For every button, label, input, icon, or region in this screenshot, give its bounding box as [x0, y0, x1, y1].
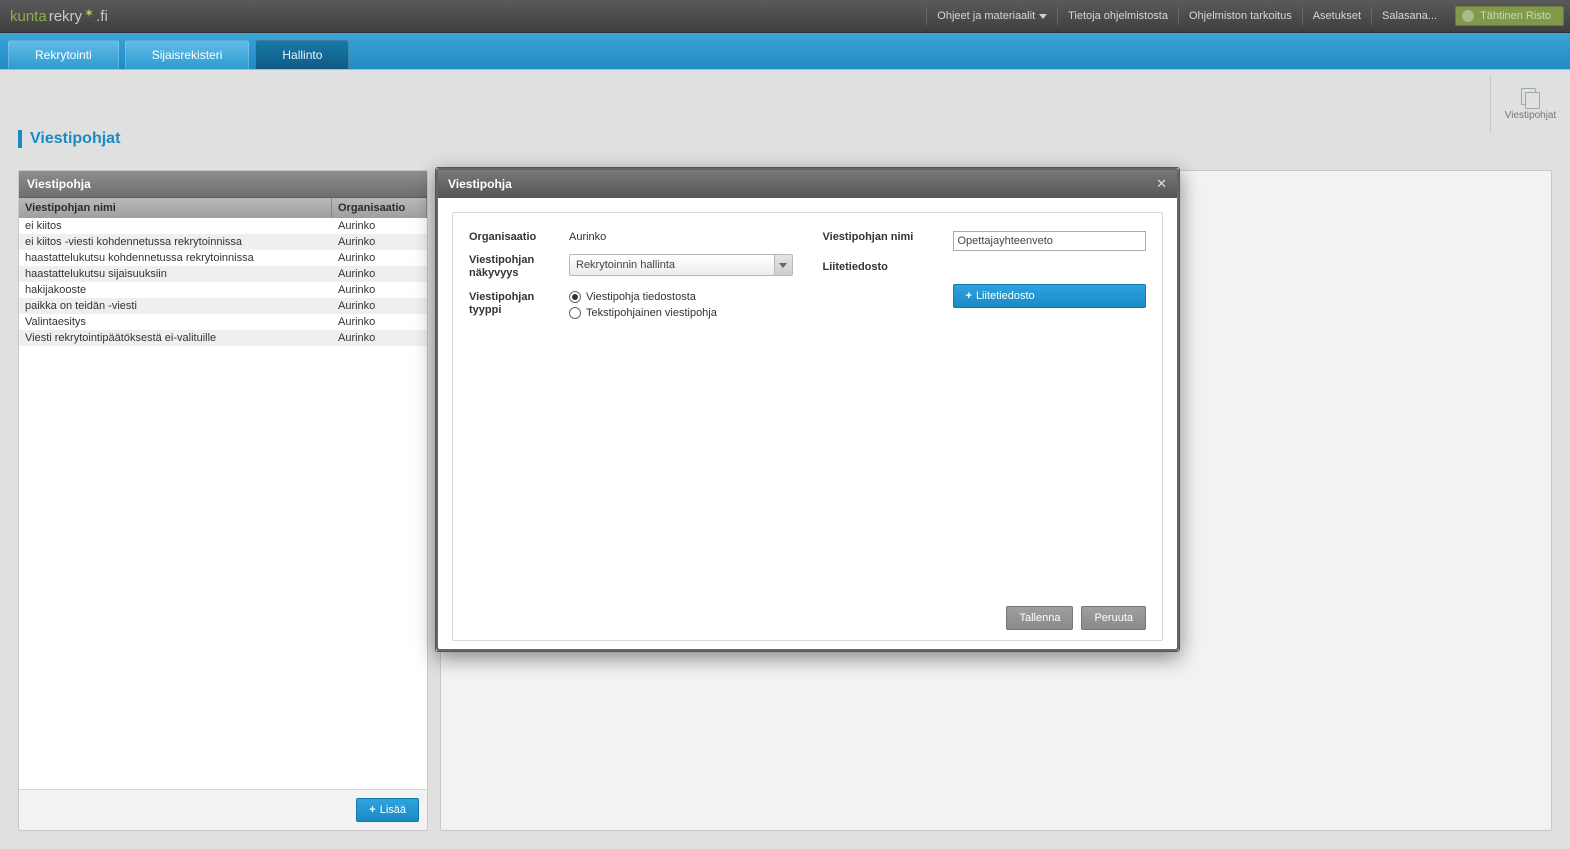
- modal-inner: Organisaatio Aurinko Viestipohjan näkyvy…: [452, 212, 1163, 641]
- panel-footer: + Lisää: [19, 789, 427, 830]
- chevron-down-icon: [774, 255, 792, 275]
- settings-link[interactable]: Asetukset: [1302, 7, 1371, 25]
- cell-org: Aurinko: [332, 298, 427, 314]
- radio-tiedostosta[interactable]: Viestipohja tiedostosta: [569, 291, 793, 303]
- cell-name: Valintaesitys: [19, 314, 332, 330]
- logo: kuntarekry✶.fi: [10, 8, 108, 25]
- col-header-name[interactable]: Viestipohjan nimi: [19, 198, 332, 218]
- input-nimi[interactable]: [953, 231, 1147, 251]
- table-row[interactable]: ValintaesitysAurinko: [19, 314, 427, 330]
- logo-star-icon: ✶: [84, 6, 94, 20]
- side-tool-viestipohjat[interactable]: Viestipohjat: [1490, 76, 1570, 132]
- value-organisaatio: Aurinko: [569, 231, 793, 243]
- table-row[interactable]: Viesti rekrytointipäätöksestä ei-valitui…: [19, 330, 427, 346]
- modal-title: Viestipohja: [448, 177, 512, 191]
- label-organisaatio: Organisaatio: [469, 231, 569, 244]
- plus-icon: +: [369, 804, 375, 816]
- logo-text-3: .fi: [96, 8, 108, 25]
- label-nimi: Viestipohjan nimi: [823, 231, 953, 244]
- help-link-label: Ohjeet ja materiaalit: [937, 7, 1035, 25]
- tab-hallinto[interactable]: Hallinto: [255, 40, 349, 69]
- cell-org: Aurinko: [332, 218, 427, 234]
- table-row[interactable]: paikka on teidän -viestiAurinko: [19, 298, 427, 314]
- select-nakyvyys-value: Rekrytoinnin hallinta: [576, 259, 675, 271]
- attach-button-label: Liitetiedosto: [976, 290, 1035, 302]
- modal-body: Organisaatio Aurinko Viestipohjan näkyvy…: [438, 198, 1177, 649]
- table-row[interactable]: haastattelukutsu kohdennetussa rekrytoin…: [19, 250, 427, 266]
- user-name: Tähtinen Risto: [1480, 10, 1551, 22]
- table-row[interactable]: haastattelukutsu sijaisuuksiinAurinko: [19, 266, 427, 282]
- grid-body: ei kiitosAurinkoei kiitos -viesti kohden…: [19, 218, 427, 346]
- page-title: Viestipohjat: [30, 130, 120, 148]
- cell-name: Viesti rekrytointipäätöksestä ei-valitui…: [19, 330, 332, 346]
- cell-org: Aurinko: [332, 250, 427, 266]
- nav-bar: Rekrytointi Sijaisrekisteri Hallinto: [0, 33, 1570, 69]
- user-menu[interactable]: Tähtinen Risto: [1455, 6, 1564, 26]
- templates-icon: [1521, 88, 1541, 108]
- about-link[interactable]: Tietoja ohjelmistosta: [1057, 7, 1178, 25]
- cell-org: Aurinko: [332, 282, 427, 298]
- cell-name: ei kiitos: [19, 218, 332, 234]
- radio-label-tiedostosta: Viestipohja tiedostosta: [586, 291, 696, 303]
- tab-rekrytointi[interactable]: Rekrytointi: [8, 40, 119, 69]
- cell-org: Aurinko: [332, 314, 427, 330]
- col-header-org[interactable]: Organisaatio: [332, 198, 427, 218]
- attach-button[interactable]: + Liitetiedosto: [953, 284, 1147, 308]
- form-col-right: Viestipohjan nimi Liitetiedosto: [823, 231, 1147, 329]
- table-row[interactable]: ei kiitos -viesti kohdennetussa rekrytoi…: [19, 234, 427, 250]
- label-liitetiedosto: Liitetiedosto: [823, 261, 953, 274]
- cell-name: ei kiitos -viesti kohdennetussa rekrytoi…: [19, 234, 332, 250]
- radio-group-tyyppi: Viestipohja tiedostosta Tekstipohjainen …: [569, 291, 793, 319]
- tab-sijaisrekisteri[interactable]: Sijaisrekisteri: [125, 40, 250, 69]
- panel-viestipohja: Viestipohja Viestipohjan nimi Organisaat…: [18, 170, 428, 831]
- password-link[interactable]: Salasana...: [1371, 7, 1447, 25]
- add-button[interactable]: + Lisää: [356, 798, 419, 822]
- modal-header: Viestipohja ✕: [438, 170, 1177, 198]
- table-row[interactable]: ei kiitosAurinko: [19, 218, 427, 234]
- top-links: Ohjeet ja materiaalit Tietoja ohjelmisto…: [926, 7, 1447, 25]
- table-row[interactable]: hakijakoosteAurinko: [19, 282, 427, 298]
- plus-icon: +: [966, 290, 972, 302]
- close-icon[interactable]: ✕: [1156, 176, 1167, 192]
- cancel-button[interactable]: Peruuta: [1081, 606, 1146, 630]
- cell-org: Aurinko: [332, 266, 427, 282]
- help-link[interactable]: Ohjeet ja materiaalit: [926, 7, 1057, 25]
- modal-viestipohja: Viestipohja ✕ Organisaatio Aurinko Vie: [435, 167, 1180, 652]
- logo-text-1: kunta: [10, 8, 47, 25]
- radio-label-tekstipohjainen: Tekstipohjainen viestipohja: [586, 307, 717, 319]
- panel-title: Viestipohja: [19, 171, 427, 198]
- chevron-down-icon: [1039, 14, 1047, 19]
- cell-name: paikka on teidän -viesti: [19, 298, 332, 314]
- save-button[interactable]: Tallenna: [1006, 606, 1073, 630]
- cell-org: Aurinko: [332, 330, 427, 346]
- page-title-block: Viestipohjat: [18, 130, 120, 148]
- radio-icon: [569, 307, 581, 319]
- cell-org: Aurinko: [332, 234, 427, 250]
- templates-grid: Viestipohjan nimi Organisaatio ei kiitos…: [19, 198, 427, 789]
- modal-actions: Tallenna Peruuta: [469, 596, 1146, 630]
- cell-name: haastattelukutsu kohdennetussa rekrytoin…: [19, 250, 332, 266]
- label-tyyppi: Viestipohjan tyyppi: [469, 291, 569, 317]
- select-nakyvyys[interactable]: Rekrytoinnin hallinta: [569, 254, 793, 276]
- side-tool-label: Viestipohjat: [1505, 110, 1557, 121]
- purpose-link[interactable]: Ohjelmiston tarkoitus: [1178, 7, 1302, 25]
- grid-header: Viestipohjan nimi Organisaatio: [19, 198, 427, 218]
- label-nakyvyys: Viestipohjan näkyvyys: [469, 254, 569, 280]
- cell-name: hakijakooste: [19, 282, 332, 298]
- radio-icon: [569, 291, 581, 303]
- radio-tekstipohjainen[interactable]: Tekstipohjainen viestipohja: [569, 307, 793, 319]
- user-icon: [1462, 10, 1474, 22]
- top-bar: kuntarekry✶.fi Ohjeet ja materiaalit Tie…: [0, 0, 1570, 33]
- logo-text-2: rekry: [49, 8, 82, 25]
- add-button-label: Lisää: [380, 804, 406, 816]
- form-col-left: Organisaatio Aurinko Viestipohjan näkyvy…: [469, 231, 793, 329]
- cell-name: haastattelukutsu sijaisuuksiin: [19, 266, 332, 282]
